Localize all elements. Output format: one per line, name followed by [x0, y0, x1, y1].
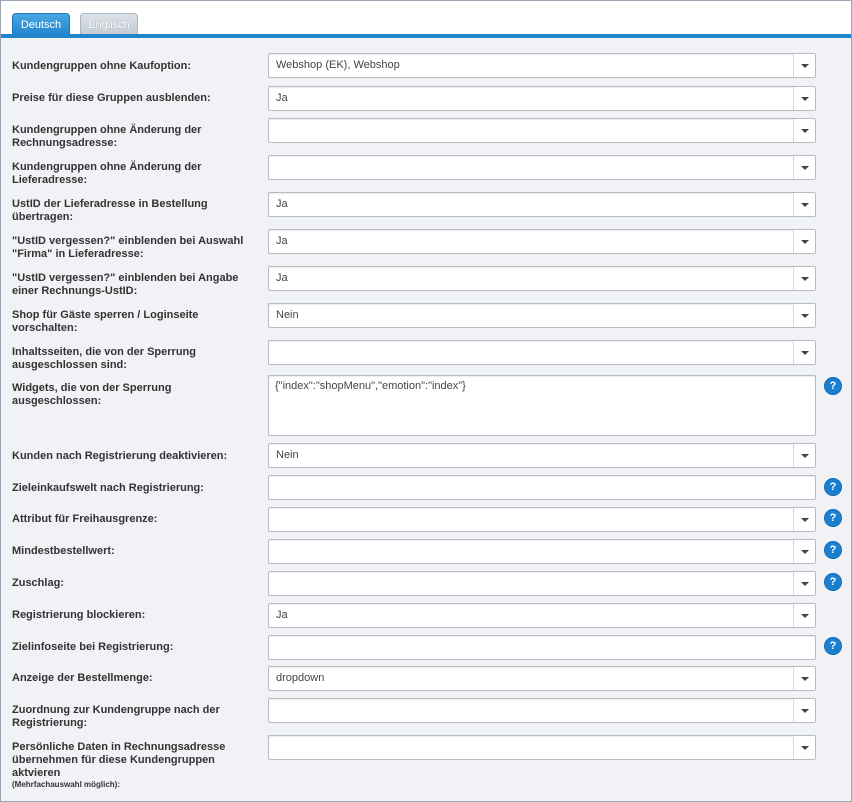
label-ustid-vergessen-rechnung: "UstID vergessen?" einblenden bei Angabe…: [12, 272, 239, 297]
chevron-down-icon[interactable]: [793, 508, 815, 531]
chevron-down-icon[interactable]: [793, 341, 815, 364]
select-value: Nein: [276, 309, 299, 321]
chevron-down-icon[interactable]: [793, 444, 815, 467]
select-value: Nein: [276, 449, 299, 461]
chevron-down-icon[interactable]: [793, 230, 815, 253]
tab-deutsch[interactable]: Deutsch: [12, 13, 70, 35]
select-ohne-aenderung-rechnungsadresse[interactable]: [268, 118, 816, 143]
input-zielinfoseite[interactable]: [268, 635, 816, 660]
select-attribut-freihausgrenze[interactable]: [268, 507, 816, 532]
settings-window: Deutsch Englisch Kundengruppen ohne Kauf…: [0, 0, 852, 802]
textarea-widgets-sperrung[interactable]: {"index":"shopMenu","emotion":"index"}: [268, 375, 816, 436]
select-preise-ausblenden[interactable]: Ja: [268, 86, 816, 111]
label-kundengruppen-ohne-kaufoption: Kundengruppen ohne Kaufoption:: [12, 60, 192, 72]
chevron-down-icon[interactable]: [793, 156, 815, 179]
chevron-down-icon[interactable]: [793, 736, 815, 759]
label-anzeige-bestellmenge: Anzeige der Bestellmenge:: [12, 672, 153, 684]
select-value: Ja: [276, 609, 288, 621]
chevron-down-icon[interactable]: [793, 572, 815, 595]
label-inhaltsseiten-sperrung: Inhaltsseiten, die von der Sperrung ausg…: [12, 346, 196, 371]
question-icon[interactable]: ?: [825, 542, 841, 558]
select-registrierung-blockieren[interactable]: Ja: [268, 603, 816, 628]
select-anzeige-bestellmenge[interactable]: dropdown: [268, 666, 816, 691]
label-registrierung-blockieren: Registrierung blockieren:: [12, 609, 146, 621]
label-zuschlag: Zuschlag:: [12, 577, 64, 589]
textarea-value: {"index":"shopMenu","emotion":"index"}: [275, 380, 466, 392]
select-shop-sperren[interactable]: Nein: [268, 303, 816, 328]
label-mindestbestellwert: Mindestbestellwert:: [12, 545, 115, 557]
label-text: Persönliche Daten in Rechnungsadresse üb…: [12, 741, 226, 779]
label-ustid-lieferadresse: UstID der Lieferadresse in Bestellung üb…: [12, 198, 208, 223]
chevron-down-icon[interactable]: [793, 87, 815, 110]
label-ohne-aenderung-rechnungsadresse: Kundengruppen ohne Änderung der Rechnung…: [12, 124, 202, 149]
label-kunden-deaktivieren: Kunden nach Registrierung deaktivieren:: [12, 450, 228, 462]
select-value: Ja: [276, 198, 288, 210]
select-inhaltsseiten-sperrung[interactable]: [268, 340, 816, 365]
select-kundengruppen-ohne-kaufoption[interactable]: Webshop (EK), Webshop: [268, 53, 816, 78]
chevron-down-icon[interactable]: [793, 54, 815, 77]
chevron-down-icon[interactable]: [793, 193, 815, 216]
label-preise-ausblenden: Preise für diese Gruppen ausblenden:: [12, 92, 211, 104]
label-shop-sperren: Shop für Gäste sperren / Loginseite vors…: [12, 309, 199, 334]
label-zuordnung-kundengruppe: Zuordnung zur Kundengruppe nach der Regi…: [12, 704, 220, 729]
select-value: dropdown: [276, 672, 325, 684]
select-ustid-lieferadresse[interactable]: Ja: [268, 192, 816, 217]
select-kunden-deaktivieren[interactable]: Nein: [268, 443, 816, 468]
select-ustid-vergessen-firma[interactable]: Ja: [268, 229, 816, 254]
chevron-down-icon[interactable]: [793, 667, 815, 690]
question-icon[interactable]: ?: [825, 638, 841, 654]
chevron-down-icon[interactable]: [793, 699, 815, 722]
select-zuordnung-kundengruppe[interactable]: [268, 698, 816, 723]
label-zieleinkaufswelt: Zieleinkaufswelt nach Registrierung:: [12, 482, 204, 494]
question-icon[interactable]: ?: [825, 510, 841, 526]
select-value: Ja: [276, 272, 288, 284]
select-value: Ja: [276, 92, 288, 104]
label-hint: (Mehrfachauswahl möglich):: [12, 780, 121, 789]
tab-bar: Deutsch Englisch: [1, 1, 851, 38]
tab-englisch[interactable]: Englisch: [80, 13, 138, 35]
label-persoenliche-daten: Persönliche Daten in Rechnungsadresse üb…: [12, 741, 262, 790]
select-value: Webshop (EK), Webshop: [276, 59, 400, 71]
label-widgets-sperrung: Widgets, die von der Sperrung ausgeschlo…: [12, 382, 172, 407]
select-value: Ja: [276, 235, 288, 247]
chevron-down-icon[interactable]: [793, 540, 815, 563]
label-attribut-freihausgrenze: Attribut für Freihausgrenze:: [12, 513, 158, 525]
select-ustid-vergessen-rechnung[interactable]: Ja: [268, 266, 816, 291]
chevron-down-icon[interactable]: [793, 119, 815, 142]
chevron-down-icon[interactable]: [793, 267, 815, 290]
chevron-down-icon[interactable]: [793, 604, 815, 627]
label-ustid-vergessen-firma: "UstID vergessen?" einblenden bei Auswah…: [12, 235, 244, 260]
chevron-down-icon[interactable]: [793, 304, 815, 327]
question-icon[interactable]: ?: [825, 574, 841, 590]
select-persoenliche-daten[interactable]: [268, 735, 816, 760]
select-ohne-aenderung-lieferadresse[interactable]: [268, 155, 816, 180]
settings-form: Kundengruppen ohne Kaufoption: Webshop (…: [1, 38, 851, 801]
question-icon[interactable]: ?: [825, 479, 841, 495]
question-icon[interactable]: ?: [825, 378, 841, 394]
input-zieleinkaufswelt[interactable]: [268, 475, 816, 500]
select-zuschlag[interactable]: [268, 571, 816, 596]
select-mindestbestellwert[interactable]: [268, 539, 816, 564]
label-zielinfoseite: Zielinfoseite bei Registrierung:: [12, 641, 174, 653]
label-ohne-aenderung-lieferadresse: Kundengruppen ohne Änderung der Lieferad…: [12, 161, 202, 186]
